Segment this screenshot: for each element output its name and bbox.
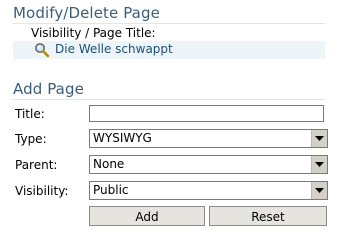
parent-select[interactable]: None [89,155,328,174]
heading-divider [13,23,325,24]
parent-label: Parent: [15,158,58,172]
add-page-heading: Add Page [13,80,84,98]
magnifier-icon[interactable] [34,42,50,58]
chevron-down-icon[interactable] [311,182,327,199]
title-input[interactable] [89,105,324,122]
visibility-label: Visibility: [15,184,69,198]
visibility-select-value: Public [93,183,129,197]
modify-delete-page-heading: Modify/Delete Page [13,4,160,22]
chevron-down-icon[interactable] [311,156,327,173]
reset-button[interactable]: Reset [209,206,327,226]
type-select[interactable]: WYSIWYG [89,129,328,148]
type-label: Type: [15,132,47,146]
type-select-value: WYSIWYG [93,131,152,145]
parent-select-value: None [93,157,125,171]
visibility-select[interactable]: Public [89,181,328,200]
chevron-down-icon[interactable] [311,130,327,147]
page-list-item[interactable]: Die Welle schwappt [13,41,325,59]
heading-divider [13,99,325,100]
title-label: Title: [15,107,45,121]
page-title-link[interactable]: Die Welle schwappt [55,42,173,56]
visibility-page-title-label: Visibility / Page Title: [31,26,156,40]
add-button[interactable]: Add [89,206,205,226]
